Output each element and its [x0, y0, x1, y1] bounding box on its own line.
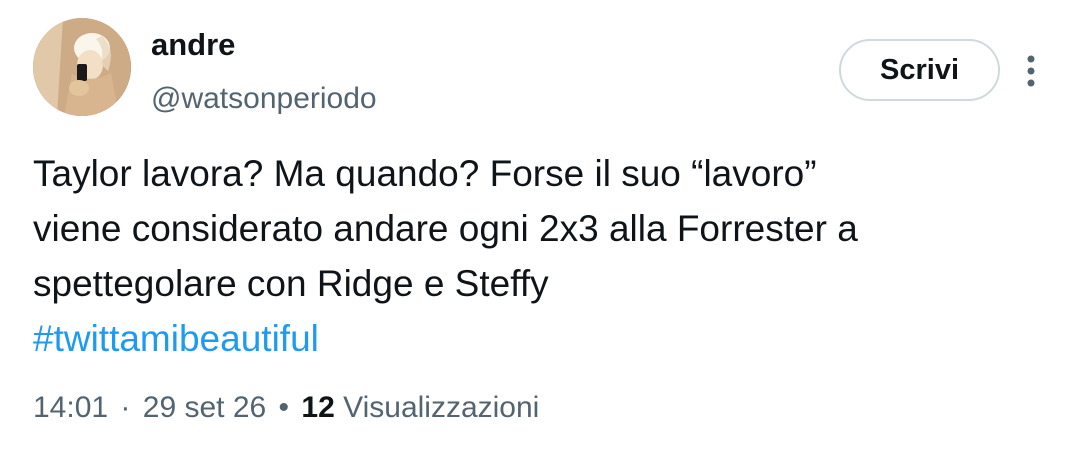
tweet-text: Taylor lavora? Ma quando? Forse il suo “… [33, 146, 1063, 366]
vertical-ellipsis-icon [1027, 55, 1035, 87]
user-handle[interactable]: @watsonperiodo [151, 80, 377, 118]
views-count[interactable]: 12 [301, 391, 334, 424]
separator: • [278, 391, 290, 424]
tweet-line: viene considerato andare ogni 2x3 alla F… [33, 208, 858, 249]
views-label[interactable]: Visualizzazioni [343, 391, 539, 424]
hashtag-link[interactable]: #twittamibeautiful [33, 318, 319, 359]
tweet-line: Taylor lavora? Ma quando? Forse il suo “… [33, 153, 817, 194]
separator: · [120, 391, 131, 424]
tweet-line: spettegolare con Ridge e Steffy [33, 263, 549, 304]
display-name[interactable]: andre [151, 26, 235, 64]
tweet-date[interactable]: 29 set 26 [143, 391, 266, 424]
tweet-metadata: 14:01 · 29 set 26 • 12 Visualizzazioni [33, 388, 539, 428]
avatar-photo [33, 18, 131, 116]
tweet-time[interactable]: 14:01 [33, 391, 108, 424]
more-options-icon[interactable] [1018, 47, 1044, 95]
avatar[interactable] [33, 18, 131, 116]
write-button[interactable]: Scrivi [839, 39, 1000, 101]
